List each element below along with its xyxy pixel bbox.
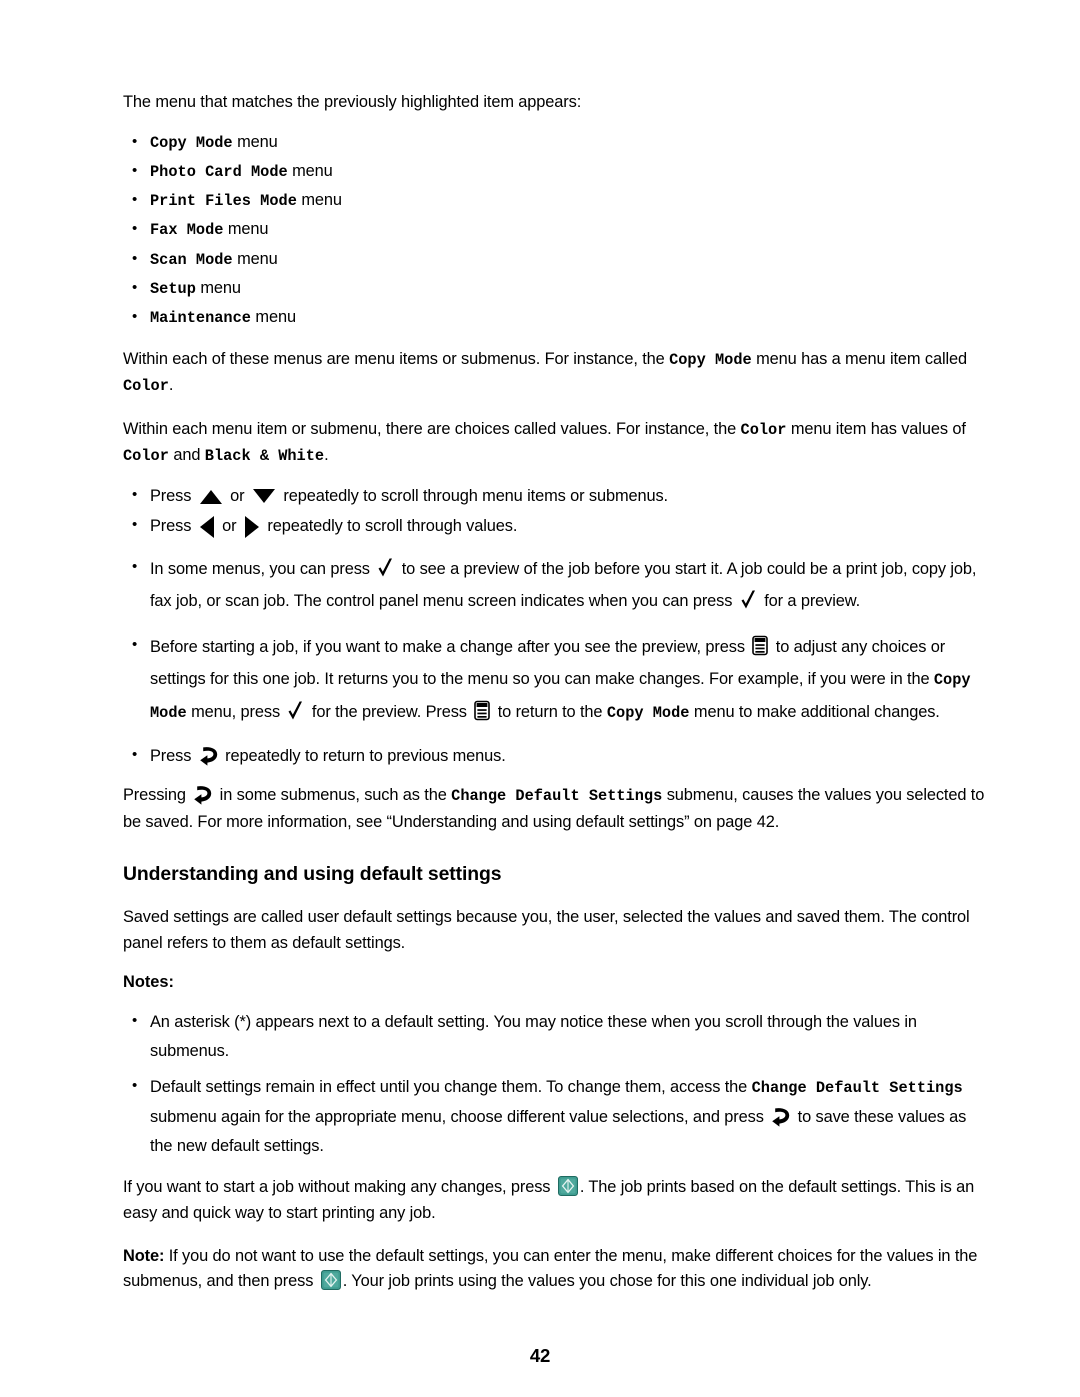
menu-list: Copy Mode menu Photo Card Mode menu Prin… [123, 128, 989, 333]
list-item: Default settings remain in effect until … [123, 1071, 989, 1161]
list-item: Press or repeatedly to scroll through me… [123, 482, 989, 509]
menu-name: Setup [150, 280, 196, 299]
list-item: Maintenance menu [123, 303, 989, 332]
inline-mono-black-white: Black & White [204, 447, 325, 466]
checkmark-icon[interactable] [740, 589, 757, 611]
menu-name: Print Files Mode [150, 192, 297, 211]
page-number: 42 [529, 1345, 551, 1366]
triangle-right-icon[interactable] [244, 515, 259, 538]
start-button-icon[interactable] [320, 1270, 341, 1291]
saved-settings-paragraph: Saved settings are called user default s… [123, 908, 970, 952]
press-arrow-list: Press or repeatedly to scroll through me… [123, 482, 989, 539]
menu-name: Photo Card Mode [150, 162, 288, 181]
list-item: Setup menu [123, 274, 989, 303]
inline-mono-copy-mode: Copy Mode [606, 704, 690, 723]
values-paragraph: Within each menu item or submenu, there … [123, 419, 966, 466]
start-button-icon[interactable] [557, 1176, 578, 1197]
inline-mono-change-default-settings: Change Default Settings [751, 1079, 963, 1098]
pressing-paragraph: Pressing in some submenus, such as the C… [123, 784, 985, 831]
back-arrow-icon[interactable] [199, 745, 219, 766]
menu-suffix: menu [237, 249, 278, 268]
menu-button-icon[interactable] [752, 635, 769, 656]
back-arrow-icon[interactable] [193, 784, 213, 805]
preview-bullet-list: In some menus, you can press to see a pr… [123, 551, 989, 617]
menu-name: Maintenance [150, 309, 251, 328]
menu-items-paragraph: Within each of these menus are menu item… [123, 349, 967, 396]
inline-mono-change-default-settings: Change Default Settings [451, 787, 663, 806]
change-bullet-list: Before starting a job, if you want to ma… [123, 629, 989, 729]
menu-name: Fax Mode [150, 221, 224, 240]
list-item: An asterisk (*) appears next to a defaul… [123, 1006, 989, 1066]
menu-name: Scan Mode [150, 250, 233, 269]
menu-suffix: menu [237, 132, 278, 151]
triangle-left-icon[interactable] [199, 515, 214, 538]
list-item: Scan Mode menu [123, 245, 989, 274]
menu-suffix: menu [301, 191, 342, 210]
inline-mono-copy-mode: Copy Mode [669, 350, 752, 369]
back-bullet-list: Press repeatedly to return to previous m… [123, 742, 989, 769]
menu-suffix: menu [200, 279, 241, 298]
list-item: Print Files Mode menu [123, 186, 989, 215]
list-item: Press or repeatedly to scroll through va… [123, 512, 989, 539]
inline-mono-color: Color [740, 420, 787, 439]
document-page: The menu that matches the previously hig… [0, 0, 1080, 1397]
inline-mono-color: Color [123, 377, 169, 396]
back-arrow-icon[interactable] [771, 1106, 791, 1128]
triangle-down-icon[interactable] [252, 489, 275, 504]
notes-label: Notes: [123, 973, 174, 992]
inline-mono-color: Color [123, 447, 169, 466]
list-item: Before starting a job, if you want to ma… [123, 629, 989, 729]
list-item: Copy Mode menu [123, 128, 989, 157]
intro-paragraph: The menu that matches the previously hig… [123, 93, 582, 111]
final-note-paragraph: Note: If you do not want to use the defa… [123, 1246, 978, 1291]
list-item: In some menus, you can press to see a pr… [123, 551, 989, 617]
notes-list: An asterisk (*) appears next to a defaul… [123, 1006, 989, 1161]
page-content: The menu that matches the previously hig… [123, 90, 989, 1312]
menu-name: Copy Mode [150, 133, 233, 152]
menu-suffix: menu [255, 308, 296, 327]
menu-suffix: menu [292, 161, 333, 180]
list-item: Photo Card Mode menu [123, 157, 989, 186]
section-heading: Understanding and using default settings [123, 863, 502, 886]
menu-button-icon[interactable] [474, 700, 491, 721]
list-item: Fax Mode menu [123, 215, 989, 244]
note-label: Note: [123, 1246, 165, 1265]
list-item: Press repeatedly to return to previous m… [123, 742, 989, 769]
triangle-up-icon[interactable] [199, 490, 222, 505]
start-job-paragraph: If you want to start a job without makin… [123, 1176, 975, 1223]
checkmark-icon[interactable] [377, 557, 394, 579]
checkmark-icon[interactable] [287, 700, 304, 722]
menu-suffix: menu [227, 220, 269, 239]
